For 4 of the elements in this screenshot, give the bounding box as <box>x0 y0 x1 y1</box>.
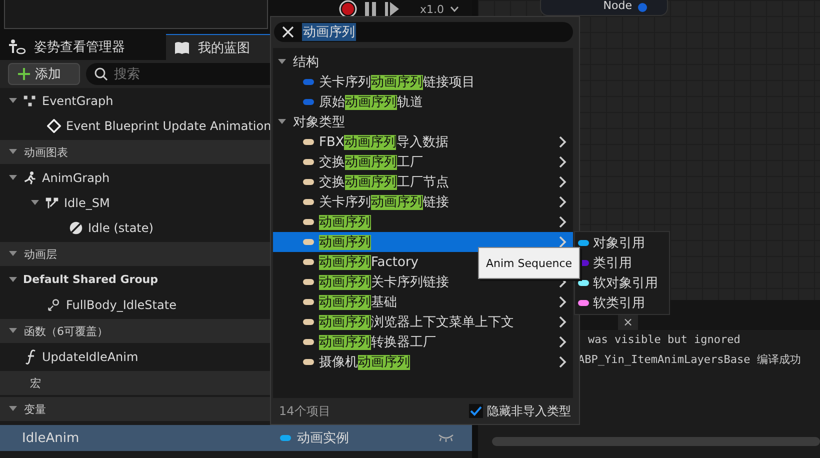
tooltip: Anim Sequence <box>478 247 580 279</box>
log-line: ABP_Yin_ItemAnimLayersBase 编译成功 <box>578 352 802 368</box>
item-count: 14个项目 <box>279 402 330 420</box>
log-line: was visible but ignored <box>588 332 742 348</box>
